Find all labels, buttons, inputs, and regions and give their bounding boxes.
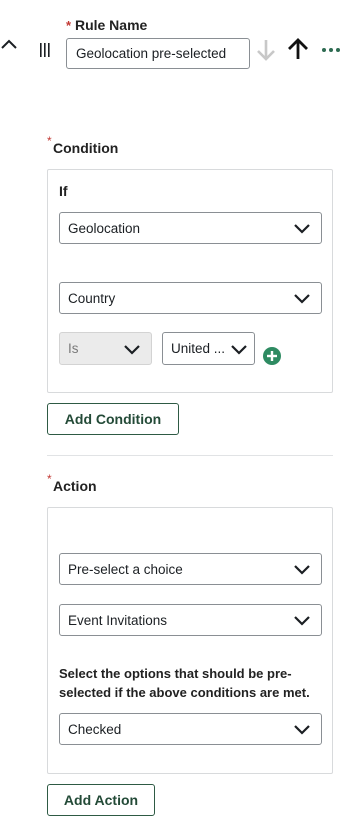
rule-name-label: * Rule Name bbox=[66, 17, 147, 33]
chevron-down-icon bbox=[124, 344, 140, 355]
plus-circle-icon[interactable] bbox=[263, 347, 281, 365]
condition-source-value: Geolocation bbox=[68, 220, 141, 236]
condition-field-select[interactable]: Country bbox=[59, 282, 322, 314]
chevron-down-icon bbox=[294, 565, 310, 575]
action-type-value: Pre-select a choice bbox=[68, 561, 183, 577]
chevron-down-icon bbox=[294, 616, 310, 626]
rule-editor: * Rule Name * Condition If Geolocation C… bbox=[0, 0, 354, 834]
action-required-marker: * bbox=[47, 472, 52, 486]
add-condition-button[interactable]: Add Condition bbox=[47, 403, 179, 435]
required-marker: * bbox=[66, 18, 72, 33]
more-horizontal-icon[interactable] bbox=[321, 40, 341, 60]
condition-required-marker: * bbox=[47, 134, 52, 148]
chevron-up-icon[interactable] bbox=[0, 36, 18, 54]
rule-name-input[interactable] bbox=[66, 38, 250, 69]
section-divider bbox=[47, 455, 333, 456]
action-option-value: Checked bbox=[68, 721, 122, 737]
action-title: Action bbox=[53, 478, 97, 494]
condition-field-value: Country bbox=[68, 290, 116, 306]
arrow-down-icon[interactable] bbox=[255, 38, 277, 62]
chevron-down-icon bbox=[294, 224, 310, 234]
action-helper-text: Select the options that should be pre-se… bbox=[59, 666, 310, 700]
rule-name-label-text: Rule Name bbox=[74, 17, 148, 33]
condition-value-value: United ... bbox=[171, 341, 226, 356]
if-label: If bbox=[59, 183, 68, 199]
condition-title: Condition bbox=[53, 140, 119, 156]
add-action-button[interactable]: Add Action bbox=[47, 784, 155, 816]
action-type-select[interactable]: Pre-select a choice bbox=[59, 553, 322, 585]
action-panel: Pre-select a choice Event Invitations Se… bbox=[47, 507, 333, 774]
chevron-down-icon bbox=[231, 344, 247, 355]
action-target-value: Event Invitations bbox=[68, 612, 168, 628]
condition-operator-select: Is bbox=[59, 332, 152, 365]
condition-panel: If Geolocation Country Is United ... bbox=[47, 169, 333, 393]
condition-source-select[interactable]: Geolocation bbox=[59, 212, 322, 244]
drag-handle-icon[interactable] bbox=[38, 42, 52, 58]
condition-operator-value: Is bbox=[68, 341, 79, 356]
condition-value-select[interactable]: United ... bbox=[162, 332, 255, 365]
chevron-down-icon bbox=[294, 725, 310, 735]
action-option-select[interactable]: Checked bbox=[59, 713, 322, 745]
action-target-select[interactable]: Event Invitations bbox=[59, 604, 322, 636]
chevron-down-icon bbox=[294, 294, 310, 304]
arrow-up-icon[interactable] bbox=[286, 37, 310, 61]
